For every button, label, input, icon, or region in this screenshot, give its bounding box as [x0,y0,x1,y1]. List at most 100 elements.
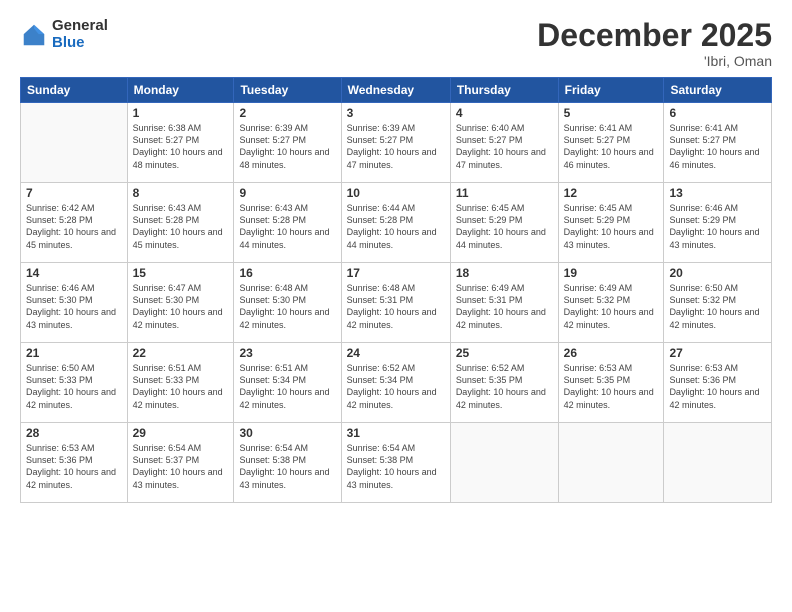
day-number: 25 [456,346,553,360]
calendar-cell: 17 Sunrise: 6:48 AM Sunset: 5:31 PM Dayli… [341,263,450,343]
day-number: 4 [456,106,553,120]
title-block: December 2025 'Ibri, Oman [537,18,772,69]
calendar-cell: 30 Sunrise: 6:54 AM Sunset: 5:38 PM Dayli… [234,423,341,503]
calendar-header-row: SundayMondayTuesdayWednesdayThursdayFrid… [21,78,772,103]
day-info: Sunrise: 6:51 AM Sunset: 5:34 PM Dayligh… [239,362,335,411]
day-info: Sunrise: 6:54 AM Sunset: 5:38 PM Dayligh… [347,442,445,491]
calendar-cell: 7Sunrise: 6:42 AM Sunset: 5:28 PM Daylig… [21,183,128,263]
calendar-cell: 28 Sunrise: 6:53 AM Sunset: 5:36 PM Dayli… [21,423,128,503]
day-info: Sunrise: 6:51 AM Sunset: 5:33 PM Dayligh… [133,362,229,411]
calendar-cell: 12Sunrise: 6:45 AM Sunset: 5:29 PM Dayli… [558,183,664,263]
day-number: 22 [133,346,229,360]
day-number: 21 [26,346,122,360]
day-info: Sunrise: 6:52 AM Sunset: 5:34 PM Dayligh… [347,362,445,411]
month-title: December 2025 [537,18,772,53]
calendar-cell: 8 Sunrise: 6:43 AM Sunset: 5:28 PM Daylig… [127,183,234,263]
calendar-cell: 25 Sunrise: 6:52 AM Sunset: 5:35 PM Dayli… [450,343,558,423]
week-row: 7Sunrise: 6:42 AM Sunset: 5:28 PM Daylig… [21,183,772,263]
day-info: Sunrise: 6:54 AM Sunset: 5:38 PM Dayligh… [239,442,335,491]
week-row: 14 Sunrise: 6:46 AM Sunset: 5:30 PM Dayli… [21,263,772,343]
day-number: 29 [133,426,229,440]
day-info: Sunrise: 6:50 AM Sunset: 5:33 PM Dayligh… [26,362,122,411]
calendar-cell: 14 Sunrise: 6:46 AM Sunset: 5:30 PM Dayli… [21,263,128,343]
day-number: 28 [26,426,122,440]
calendar-cell: 4 Sunrise: 6:40 AM Sunset: 5:27 PM Daylig… [450,103,558,183]
calendar-cell [664,423,772,503]
logo-icon [20,21,48,49]
calendar-day-header: Tuesday [234,78,341,103]
calendar-cell: 2Sunrise: 6:39 AM Sunset: 5:27 PM Daylig… [234,103,341,183]
day-number: 12 [564,186,659,200]
day-number: 10 [347,186,445,200]
day-number: 15 [133,266,229,280]
day-info: Sunrise: 6:43 AM Sunset: 5:28 PM Dayligh… [133,202,229,251]
day-info: Sunrise: 6:47 AM Sunset: 5:30 PM Dayligh… [133,282,229,331]
day-info: Sunrise: 6:41 AM Sunset: 5:27 PM Dayligh… [669,122,766,171]
location-subtitle: 'Ibri, Oman [537,53,772,69]
calendar-day-header: Wednesday [341,78,450,103]
day-number: 11 [456,186,553,200]
day-info: Sunrise: 6:53 AM Sunset: 5:36 PM Dayligh… [26,442,122,491]
calendar-cell: 24Sunrise: 6:52 AM Sunset: 5:34 PM Dayli… [341,343,450,423]
day-number: 30 [239,426,335,440]
day-info: Sunrise: 6:40 AM Sunset: 5:27 PM Dayligh… [456,122,553,171]
calendar-cell: 9 Sunrise: 6:43 AM Sunset: 5:28 PM Daylig… [234,183,341,263]
calendar-cell: 31Sunrise: 6:54 AM Sunset: 5:38 PM Dayli… [341,423,450,503]
calendar-cell: 20Sunrise: 6:50 AM Sunset: 5:32 PM Dayli… [664,263,772,343]
calendar-cell [558,423,664,503]
day-info: Sunrise: 6:43 AM Sunset: 5:28 PM Dayligh… [239,202,335,251]
day-info: Sunrise: 6:46 AM Sunset: 5:29 PM Dayligh… [669,202,766,251]
logo-blue-text: Blue [52,35,108,52]
day-info: Sunrise: 6:44 AM Sunset: 5:28 PM Dayligh… [347,202,445,251]
day-info: Sunrise: 6:53 AM Sunset: 5:36 PM Dayligh… [669,362,766,411]
calendar-cell [450,423,558,503]
day-info: Sunrise: 6:48 AM Sunset: 5:30 PM Dayligh… [239,282,335,331]
day-number: 16 [239,266,335,280]
calendar-cell: 15 Sunrise: 6:47 AM Sunset: 5:30 PM Dayli… [127,263,234,343]
logo-text: General Blue [52,18,108,51]
day-info: Sunrise: 6:49 AM Sunset: 5:31 PM Dayligh… [456,282,553,331]
day-number: 5 [564,106,659,120]
day-number: 26 [564,346,659,360]
day-number: 13 [669,186,766,200]
calendar-cell: 22 Sunrise: 6:51 AM Sunset: 5:33 PM Dayli… [127,343,234,423]
logo: General Blue [20,18,108,51]
week-row: 1 Sunrise: 6:38 AM Sunset: 5:27 PM Daylig… [21,103,772,183]
week-row: 28 Sunrise: 6:53 AM Sunset: 5:36 PM Dayli… [21,423,772,503]
day-number: 20 [669,266,766,280]
day-info: Sunrise: 6:46 AM Sunset: 5:30 PM Dayligh… [26,282,122,331]
day-number: 9 [239,186,335,200]
calendar-cell: 26 Sunrise: 6:53 AM Sunset: 5:35 PM Dayli… [558,343,664,423]
header: General Blue December 2025 'Ibri, Oman [20,18,772,69]
day-info: Sunrise: 6:52 AM Sunset: 5:35 PM Dayligh… [456,362,553,411]
calendar-cell: 19Sunrise: 6:49 AM Sunset: 5:32 PM Dayli… [558,263,664,343]
day-number: 18 [456,266,553,280]
day-info: Sunrise: 6:48 AM Sunset: 5:31 PM Dayligh… [347,282,445,331]
calendar-day-header: Monday [127,78,234,103]
day-info: Sunrise: 6:38 AM Sunset: 5:27 PM Dayligh… [133,122,229,171]
day-number: 7 [26,186,122,200]
calendar-cell: 6Sunrise: 6:41 AM Sunset: 5:27 PM Daylig… [664,103,772,183]
day-number: 2 [239,106,335,120]
calendar-day-header: Friday [558,78,664,103]
calendar-table: SundayMondayTuesdayWednesdayThursdayFrid… [20,77,772,503]
day-number: 8 [133,186,229,200]
calendar-cell: 11Sunrise: 6:45 AM Sunset: 5:29 PM Dayli… [450,183,558,263]
calendar-cell: 3Sunrise: 6:39 AM Sunset: 5:27 PM Daylig… [341,103,450,183]
calendar-cell: 21 Sunrise: 6:50 AM Sunset: 5:33 PM Dayli… [21,343,128,423]
calendar-cell [21,103,128,183]
day-info: Sunrise: 6:41 AM Sunset: 5:27 PM Dayligh… [564,122,659,171]
day-info: Sunrise: 6:53 AM Sunset: 5:35 PM Dayligh… [564,362,659,411]
day-info: Sunrise: 6:49 AM Sunset: 5:32 PM Dayligh… [564,282,659,331]
calendar-cell: 10 Sunrise: 6:44 AM Sunset: 5:28 PM Dayli… [341,183,450,263]
calendar-cell: 1 Sunrise: 6:38 AM Sunset: 5:27 PM Daylig… [127,103,234,183]
day-number: 1 [133,106,229,120]
logo-general-text: General [52,18,108,35]
page: General Blue December 2025 'Ibri, Oman S… [0,0,792,612]
day-number: 17 [347,266,445,280]
calendar-day-header: Saturday [664,78,772,103]
week-row: 21 Sunrise: 6:50 AM Sunset: 5:33 PM Dayli… [21,343,772,423]
day-number: 3 [347,106,445,120]
calendar-cell: 5 Sunrise: 6:41 AM Sunset: 5:27 PM Daylig… [558,103,664,183]
day-number: 14 [26,266,122,280]
